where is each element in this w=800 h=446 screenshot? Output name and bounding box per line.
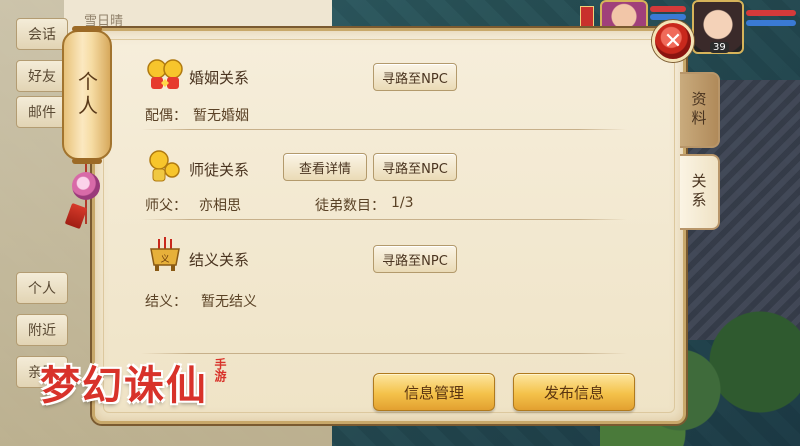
tab-profile[interactable]: 资料 xyxy=(680,72,720,148)
sworn-label: 结义： xyxy=(145,294,187,310)
svg-text:义: 义 xyxy=(160,254,169,265)
mentorship-title: 师徒关系 xyxy=(189,161,250,179)
menu-friends-button[interactable]: 好友 xyxy=(16,60,68,92)
section-divider xyxy=(141,219,627,220)
spouse-label: 配偶： xyxy=(145,108,187,124)
panel-title: 个人 xyxy=(74,71,99,119)
player-level: 39 xyxy=(710,42,729,53)
master-value: 亦相思 xyxy=(199,198,241,214)
info-manage-button[interactable]: 信息管理 xyxy=(373,373,495,411)
section-divider xyxy=(141,129,627,130)
disciple-count-label: 徒弟数目： xyxy=(315,198,385,214)
publish-info-button[interactable]: 发布信息 xyxy=(513,373,635,411)
pig-charm-icon xyxy=(72,172,100,200)
marriage-section: 婚姻关系 寻路至NPC 配偶： 暂无婚姻 xyxy=(141,53,627,149)
menu-chat-button[interactable]: 会话 xyxy=(16,18,68,50)
sworn-value: 暂无结义 xyxy=(201,294,257,310)
disciple-count-value: 1/3 xyxy=(391,195,414,211)
menu-personal-button[interactable]: 个人 xyxy=(16,272,68,304)
master-label: 师父： xyxy=(145,198,187,214)
pet-hp-bar xyxy=(650,6,686,12)
close-icon: ✕ xyxy=(663,28,683,54)
game-logo: 梦幻诛仙 手游 xyxy=(40,352,270,412)
sworn-title: 结义关系 xyxy=(189,251,250,269)
flag-icon xyxy=(580,6,594,28)
pet-mp-bar xyxy=(650,14,686,20)
panel-title-lantern: 个人 xyxy=(62,26,112,164)
incense-burner-icon: 义 xyxy=(145,237,185,273)
marriage-title: 婚姻关系 xyxy=(189,69,250,87)
close-button[interactable]: ✕ xyxy=(652,20,694,62)
sworn-pathfind-button[interactable]: 寻路至NPC xyxy=(373,245,457,273)
spouse-value: 暂无婚姻 xyxy=(193,108,249,124)
tab-relation[interactable]: 关系 xyxy=(680,154,720,230)
mentorship-section: 师徒关系 查看详情 寻路至NPC 师父： 亦相思 徒弟数目： 1/3 xyxy=(141,149,627,249)
player-hp-bar xyxy=(746,10,796,16)
logo-text: 梦幻诛仙 xyxy=(40,362,208,409)
menu-nearby-button[interactable]: 附近 xyxy=(16,314,68,346)
logo-stamp: 手游 xyxy=(213,358,227,382)
marriage-icon xyxy=(145,57,185,93)
mentorship-pathfind-button[interactable]: 寻路至NPC xyxy=(373,153,457,181)
view-details-button[interactable]: 查看详情 xyxy=(283,153,367,181)
player-mp-bar xyxy=(746,20,796,26)
mentorship-icon xyxy=(145,149,185,185)
menu-mail-button[interactable]: 邮件 xyxy=(16,96,68,128)
marriage-pathfind-button[interactable]: 寻路至NPC xyxy=(373,63,457,91)
sworn-section: 义 结义关系 寻路至NPC 结义： 暂无结义 xyxy=(141,235,627,325)
